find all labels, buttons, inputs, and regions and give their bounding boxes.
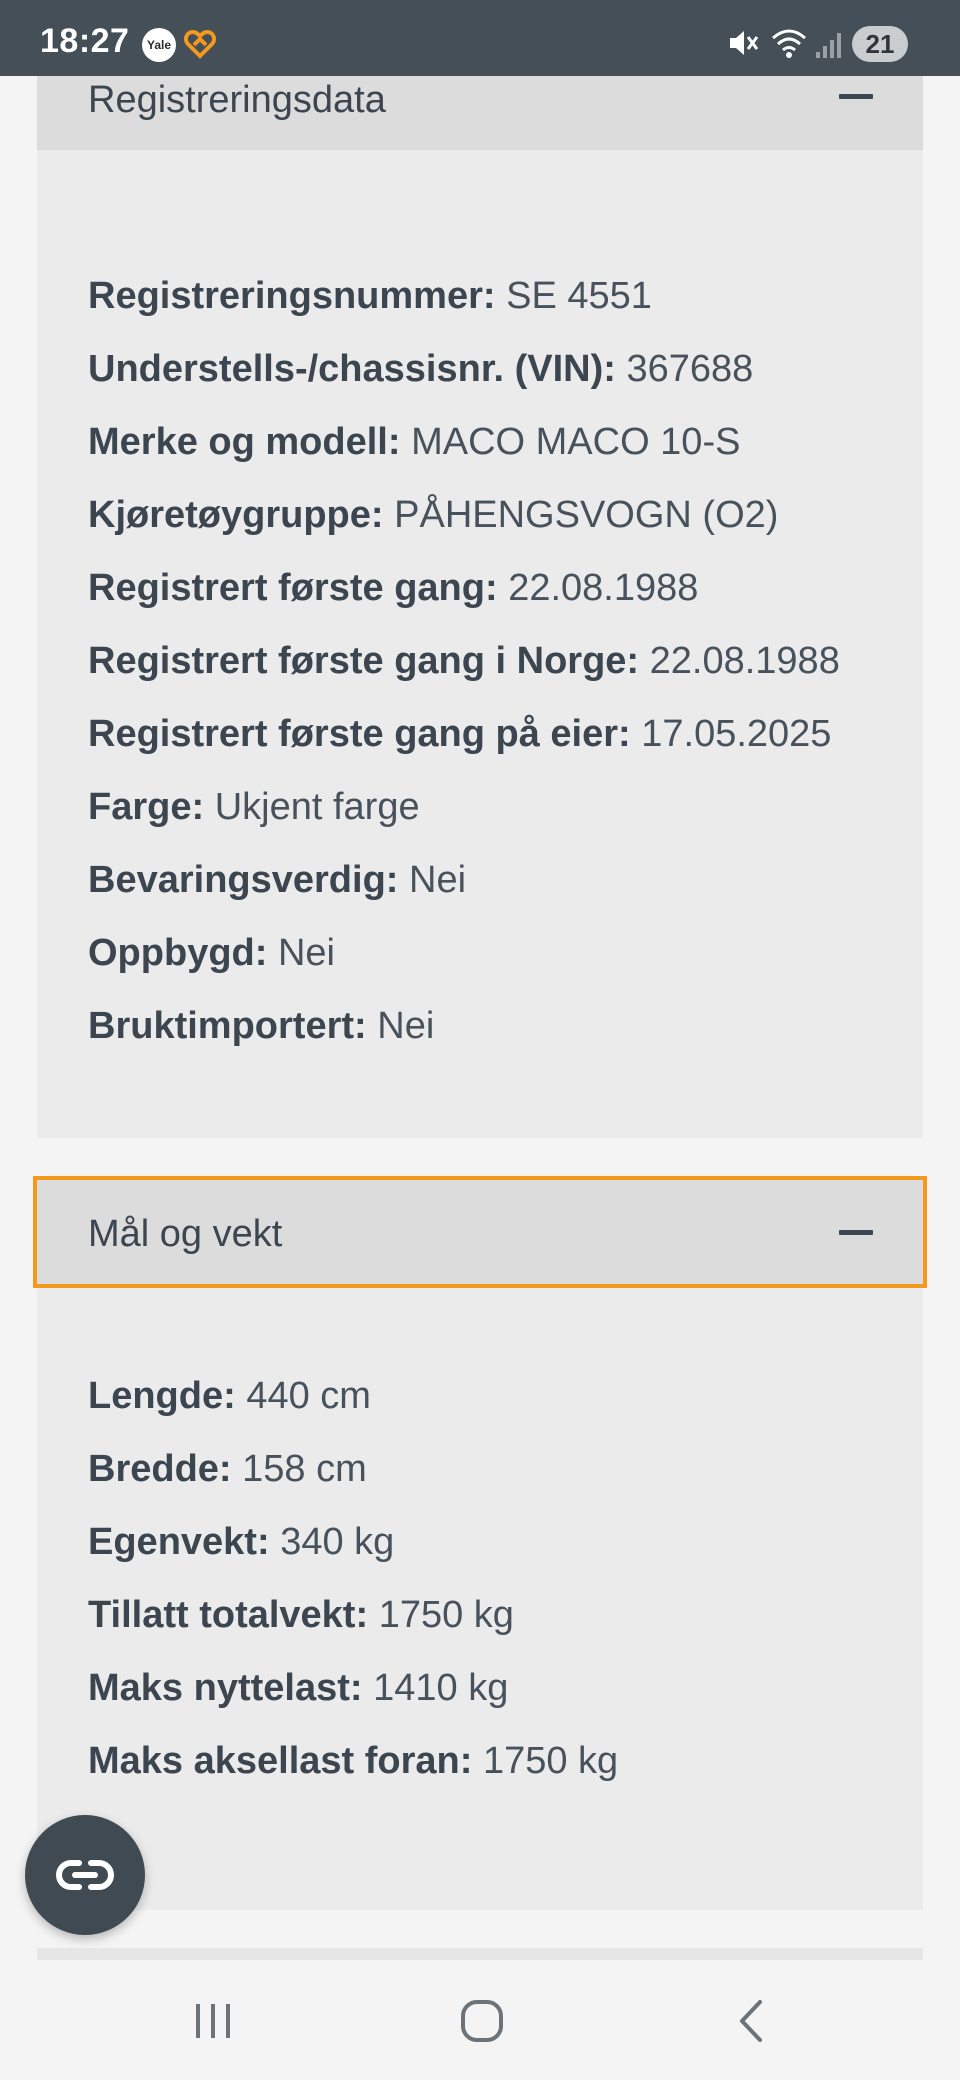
wifi-icon xyxy=(772,29,806,58)
link-icon xyxy=(56,1860,114,1890)
field-label: Kjøretøygruppe: xyxy=(88,494,384,536)
field-value: SE 4551 xyxy=(506,275,652,317)
field-row: Merke og modell: MACO MACO 10-S xyxy=(88,406,840,479)
field-value: 1410 kg xyxy=(373,1667,509,1709)
field-label: Understells-/chassisnr. (VIN): xyxy=(88,348,616,390)
section-mal-og-vekt: Mål og vekt Lengde: 440 cm Bredde: 158 c… xyxy=(33,1176,927,1910)
field-list: Lengde: 440 cm Bredde: 158 cm Egenvekt: … xyxy=(88,1360,618,1798)
section-header-registreringsdata[interactable]: Registreringsdata xyxy=(37,76,923,150)
recent-apps-icon[interactable] xyxy=(183,1996,243,2046)
field-value: Ukjent farge xyxy=(214,786,420,828)
field-label: Bredde: xyxy=(88,1448,232,1490)
status-time: 18:27 xyxy=(40,22,130,60)
section-title: Mål og vekt xyxy=(88,1213,283,1255)
field-label: Bruktimportert: xyxy=(88,1005,367,1047)
section-title: Registreringsdata xyxy=(88,79,386,121)
field-label: Egenvekt: xyxy=(88,1521,270,1563)
field-value: 340 kg xyxy=(280,1521,395,1563)
field-list: Registreringsnummer: SE 4551 Understells… xyxy=(88,260,840,1063)
field-label: Farge: xyxy=(88,786,205,828)
field-value: 1750 kg xyxy=(482,1740,619,1782)
field-label: Tillatt totalvekt: xyxy=(88,1594,369,1636)
field-label: Maks nyttelast: xyxy=(88,1667,363,1709)
field-value: 440 cm xyxy=(246,1375,371,1417)
field-value: Nei xyxy=(377,1005,435,1047)
system-nav-bar xyxy=(0,1960,960,2080)
field-row: Tillatt totalvekt: 1750 kg xyxy=(88,1579,618,1652)
field-label: Registrert første gang i Norge: xyxy=(88,640,640,682)
field-row: Maks aksellast foran: 1750 kg xyxy=(88,1725,618,1798)
field-row: Lengde: 440 cm xyxy=(88,1360,618,1433)
next-section-edge xyxy=(37,1948,923,1960)
field-value: Nei xyxy=(409,859,467,901)
home-icon[interactable] xyxy=(452,1996,512,2046)
mute-icon xyxy=(730,31,759,55)
field-value: 22.08.1988 xyxy=(508,567,699,609)
field-label: Maks aksellast foran: xyxy=(88,1740,473,1782)
field-row: Maks nyttelast: 1410 kg xyxy=(88,1652,618,1725)
field-row: Registrert første gang i Norge: 22.08.19… xyxy=(88,625,840,698)
field-label: Registreringsnummer: xyxy=(88,275,496,317)
field-row: Bredde: 158 cm xyxy=(88,1433,618,1506)
health-app-icon xyxy=(184,29,216,59)
field-row: Understells-/chassisnr. (VIN): 367688 xyxy=(88,333,840,406)
field-label: Oppbygd: xyxy=(88,932,268,974)
field-row: Bruktimportert: Nei xyxy=(88,990,840,1063)
field-row: Registrert første gang: 22.08.1988 xyxy=(88,552,840,625)
minus-icon[interactable] xyxy=(839,1230,873,1235)
section-header-mal-og-vekt[interactable]: Mål og vekt xyxy=(33,1176,927,1288)
signal-icon xyxy=(816,33,841,58)
field-row: Registrert første gang på eier: 17.05.20… xyxy=(88,698,840,771)
section-registreringsdata: Registreringsdata Registreringsnummer: S… xyxy=(37,76,923,1138)
field-row: Kjøretøygruppe: PÅHENGSVOGN (O2) xyxy=(88,479,840,552)
field-value: 367688 xyxy=(626,348,754,390)
field-row: Registreringsnummer: SE 4551 xyxy=(88,260,840,333)
field-value: 22.08.1988 xyxy=(649,640,840,682)
status-bar: 18:27 Yale 21 xyxy=(0,0,960,76)
field-label: Registrert første gang på eier: xyxy=(88,713,631,755)
field-value: PÅHENGSVOGN (O2) xyxy=(394,494,779,536)
minus-icon[interactable] xyxy=(839,94,873,99)
back-icon[interactable] xyxy=(722,1996,782,2046)
field-value: MACO MACO 10-S xyxy=(411,421,741,463)
field-row: Farge: Ukjent farge xyxy=(88,771,840,844)
field-label: Lengde: xyxy=(88,1375,236,1417)
field-row: Egenvekt: 340 kg xyxy=(88,1506,618,1579)
field-value: 17.05.2025 xyxy=(641,713,832,755)
link-fab-button[interactable] xyxy=(25,1815,145,1935)
battery-indicator: 21 xyxy=(852,26,908,62)
field-row: Oppbygd: Nei xyxy=(88,917,840,990)
field-row: Bevaringsverdig: Nei xyxy=(88,844,840,917)
field-label: Merke og modell: xyxy=(88,421,401,463)
field-value: Nei xyxy=(277,932,335,974)
field-label: Registrert første gang: xyxy=(88,567,498,609)
field-label: Bevaringsverdig: xyxy=(88,859,399,901)
field-value: 158 cm xyxy=(242,1448,367,1490)
field-value: 1750 kg xyxy=(378,1594,514,1636)
yale-app-icon: Yale xyxy=(142,28,176,62)
